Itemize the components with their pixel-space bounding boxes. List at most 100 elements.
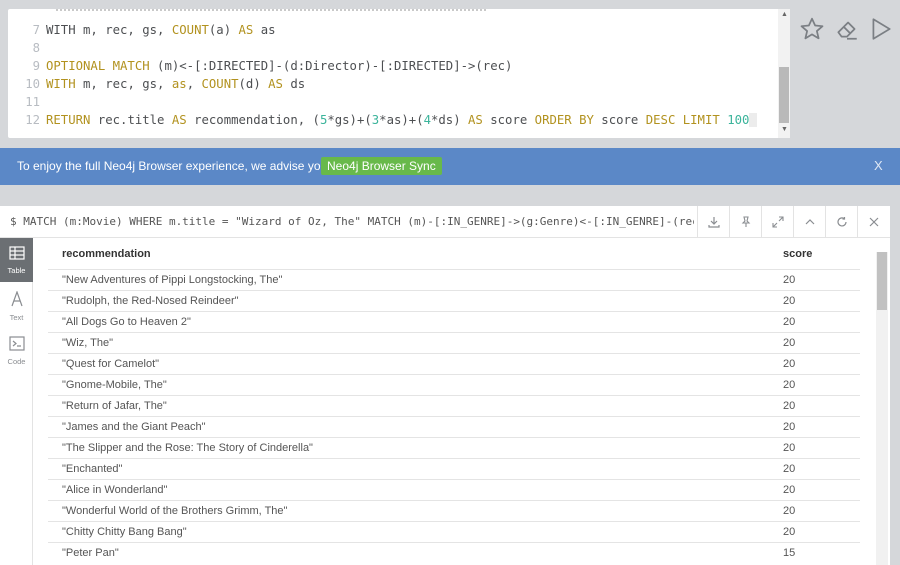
favorite-button[interactable] bbox=[799, 16, 825, 42]
line-number: 8 bbox=[32, 41, 40, 55]
code-line[interactable]: 8 bbox=[8, 39, 778, 57]
download-button[interactable] bbox=[697, 206, 729, 238]
code-token: COUNT bbox=[201, 77, 239, 91]
tab-table-label: Table bbox=[7, 266, 26, 275]
code-token: score bbox=[482, 113, 535, 127]
run-query-button[interactable] bbox=[868, 16, 894, 42]
code-line[interactable]: 7 WITH m, rec, gs, COUNT(a) AS as bbox=[8, 21, 778, 39]
cell-score: 15 bbox=[783, 547, 796, 559]
eraser-icon bbox=[837, 21, 857, 40]
scroll-down-arrow-icon[interactable]: ▼ bbox=[781, 126, 788, 133]
cell-recommendation: "Enchanted" bbox=[62, 463, 123, 475]
banner-close-button[interactable]: X bbox=[874, 158, 883, 173]
code-line[interactable]: 9 OPTIONAL MATCH (m)<-[:DIRECTED]-(d:Dire… bbox=[8, 57, 778, 75]
rerun-button[interactable] bbox=[825, 206, 857, 238]
query-editor[interactable]: 7 WITH m, rec, gs, COUNT(a) AS as 8 9 OPTION… bbox=[8, 9, 790, 138]
cursor-highlight bbox=[749, 113, 757, 127]
cell-score: 20 bbox=[783, 274, 796, 286]
code-token: *ds) bbox=[431, 113, 469, 127]
code-token: *gs)+( bbox=[327, 113, 372, 127]
code-token: recommendation, ( bbox=[186, 113, 320, 127]
collapse-button[interactable] bbox=[793, 206, 825, 238]
star-icon bbox=[800, 17, 824, 40]
cell-recommendation: "Quest for Camelot" bbox=[62, 358, 160, 370]
editor-scrollbar[interactable]: ▲ ▼ bbox=[778, 9, 790, 138]
browser-sync-button[interactable]: Neo4j Browser Sync bbox=[321, 157, 442, 175]
code-line[interactable]: 12 RETURN rec.title AS recommendation, (5… bbox=[8, 111, 778, 129]
tab-code[interactable]: Code bbox=[0, 328, 33, 372]
cell-score: 20 bbox=[783, 337, 796, 349]
close-frame-button[interactable] bbox=[857, 206, 889, 238]
cell-score: 20 bbox=[783, 463, 796, 475]
table-row[interactable]: "All Dogs Go to Heaven 2" 20 bbox=[48, 311, 860, 332]
table-row[interactable]: "Quest for Camelot" 20 bbox=[48, 353, 860, 374]
tab-table[interactable]: Table bbox=[0, 238, 33, 282]
cell-score: 20 bbox=[783, 379, 796, 391]
frame-query-summary[interactable]: $ MATCH (m:Movie) WHERE m.title = "Wizar… bbox=[10, 215, 694, 228]
play-icon bbox=[872, 18, 891, 40]
cell-score: 20 bbox=[783, 358, 796, 370]
cell-recommendation: "The Slipper and the Rose: The Story of … bbox=[62, 442, 313, 454]
code-token: AS bbox=[468, 113, 483, 127]
table-row[interactable]: "Gnome-Mobile, The" 20 bbox=[48, 374, 860, 395]
scroll-up-arrow-icon[interactable]: ▲ bbox=[781, 11, 788, 18]
cell-recommendation: "Rudolph, the Red-Nosed Reindeer" bbox=[62, 295, 239, 307]
column-header-score[interactable]: score bbox=[783, 248, 812, 260]
table-row[interactable]: "The Slipper and the Rose: The Story of … bbox=[48, 437, 860, 458]
text-icon bbox=[10, 290, 23, 307]
code-line[interactable]: 11 bbox=[8, 93, 778, 111]
cell-recommendation: "Wiz, The" bbox=[62, 337, 114, 349]
code-token: WITH m, rec, gs, bbox=[46, 23, 172, 37]
code-token: score bbox=[593, 113, 646, 127]
tab-text-label: Text bbox=[9, 313, 24, 322]
code-token: AS bbox=[171, 113, 187, 127]
table-row[interactable]: "Alice in Wonderland" 20 bbox=[48, 479, 860, 500]
pin-button[interactable] bbox=[729, 206, 761, 238]
clear-editor-button[interactable] bbox=[834, 16, 860, 42]
cell-score: 20 bbox=[783, 421, 796, 433]
code-lines[interactable]: 7 WITH m, rec, gs, COUNT(a) AS as 8 9 OPTION… bbox=[8, 9, 778, 138]
cell-recommendation: "All Dogs Go to Heaven 2" bbox=[62, 316, 191, 328]
sync-banner: To enjoy the full Neo4j Browser experien… bbox=[0, 148, 900, 185]
line-number: 12 bbox=[25, 113, 40, 127]
table-row[interactable]: "Wonderful World of the Brothers Grimm, … bbox=[48, 500, 860, 521]
cell-recommendation: "Gnome-Mobile, The" bbox=[62, 379, 167, 391]
expand-icon bbox=[771, 216, 784, 228]
line-number: 7 bbox=[32, 23, 40, 37]
code-token: (m)<-[:DIRECTED]-(d:Director)-[:DIRECTED… bbox=[149, 59, 513, 73]
cell-recommendation: "New Adventures of Pippi Longstocking, T… bbox=[62, 274, 283, 286]
table-row[interactable]: "Chitty Chitty Bang Bang" 20 bbox=[48, 521, 860, 542]
fullscreen-button[interactable] bbox=[761, 206, 793, 238]
code-token: *as)+( bbox=[379, 113, 424, 127]
code-token: ds bbox=[282, 77, 306, 91]
editor-scroll-thumb[interactable] bbox=[779, 67, 789, 123]
cell-score: 20 bbox=[783, 505, 796, 517]
table-row[interactable]: "Rudolph, the Red-Nosed Reindeer" 20 bbox=[48, 290, 860, 311]
line-number: 9 bbox=[32, 59, 40, 73]
download-icon bbox=[707, 217, 720, 228]
table-row[interactable]: "Return of Jafar, The" 20 bbox=[48, 395, 860, 416]
table-row[interactable]: "James and the Giant Peach" 20 bbox=[48, 416, 860, 437]
table-scroll-thumb[interactable] bbox=[877, 252, 887, 310]
table-row[interactable]: "New Adventures of Pippi Longstocking, T… bbox=[48, 269, 860, 290]
code-token: m, rec, gs, bbox=[75, 77, 172, 91]
table-icon bbox=[8, 246, 25, 260]
table-row[interactable]: "Wiz, The" 20 bbox=[48, 332, 860, 353]
column-header-recommendation[interactable]: recommendation bbox=[62, 248, 151, 260]
table-row[interactable]: "Peter Pan" 15 bbox=[48, 542, 860, 563]
table-row[interactable]: "Enchanted" 20 bbox=[48, 458, 860, 479]
tab-text[interactable]: Text bbox=[0, 283, 33, 327]
cell-score: 20 bbox=[783, 400, 796, 412]
code-icon bbox=[8, 336, 25, 351]
code-line[interactable]: 10 WITH m, rec, gs, as, COUNT(d) AS ds bbox=[8, 75, 778, 93]
code-token: ORDER BY bbox=[534, 113, 594, 127]
code-token: WITH bbox=[46, 77, 76, 91]
cell-recommendation: "Wonderful World of the Brothers Grimm, … bbox=[62, 505, 288, 517]
table-scrollbar[interactable] bbox=[876, 252, 888, 565]
cell-score: 20 bbox=[783, 442, 796, 454]
cell-recommendation: "Return of Jafar, The" bbox=[62, 400, 167, 412]
result-view-tabs: Table Text Code bbox=[0, 238, 33, 565]
frame-header: $ MATCH (m:Movie) WHERE m.title = "Wizar… bbox=[0, 206, 890, 238]
result-frame: $ MATCH (m:Movie) WHERE m.title = "Wizar… bbox=[0, 206, 890, 565]
cell-recommendation: "James and the Giant Peach" bbox=[62, 421, 206, 433]
